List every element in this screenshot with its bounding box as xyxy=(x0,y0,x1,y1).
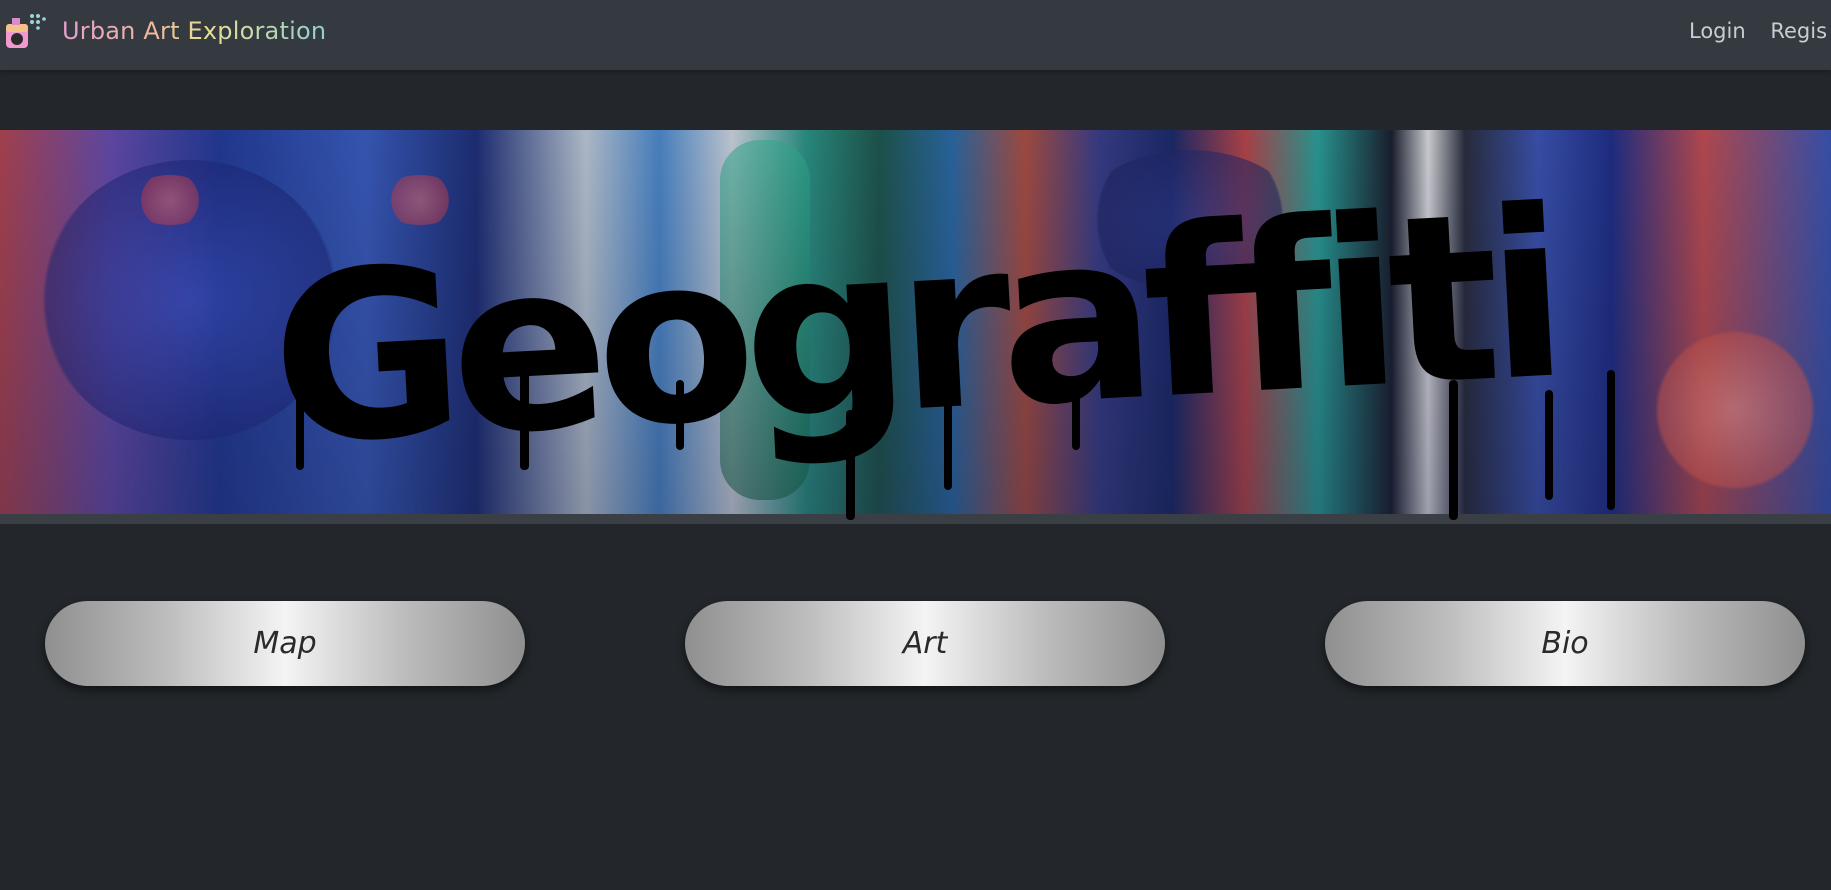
login-link[interactable]: Login xyxy=(1689,19,1746,43)
map-button[interactable]: Map xyxy=(45,601,525,686)
hero-banner: Geograffiti xyxy=(0,130,1831,524)
brand-link[interactable]: Urban Art Exploration xyxy=(62,17,326,45)
spray-can-icon[interactable] xyxy=(4,10,46,50)
bio-button[interactable]: Bio xyxy=(1325,601,1805,686)
hero-title: Geograffiti xyxy=(266,160,1615,520)
bio-button-label: Bio xyxy=(1541,626,1589,661)
art-button-label: Art xyxy=(902,626,948,661)
navbar: Urban Art Exploration Login Regis xyxy=(0,0,1831,70)
nav-links: Login Regis xyxy=(1681,19,1831,43)
hero-title-text: Geograffiti xyxy=(266,160,1562,497)
map-button-label: Map xyxy=(253,626,317,661)
register-link[interactable]: Regis xyxy=(1770,19,1827,43)
art-button[interactable]: Art xyxy=(685,601,1165,686)
